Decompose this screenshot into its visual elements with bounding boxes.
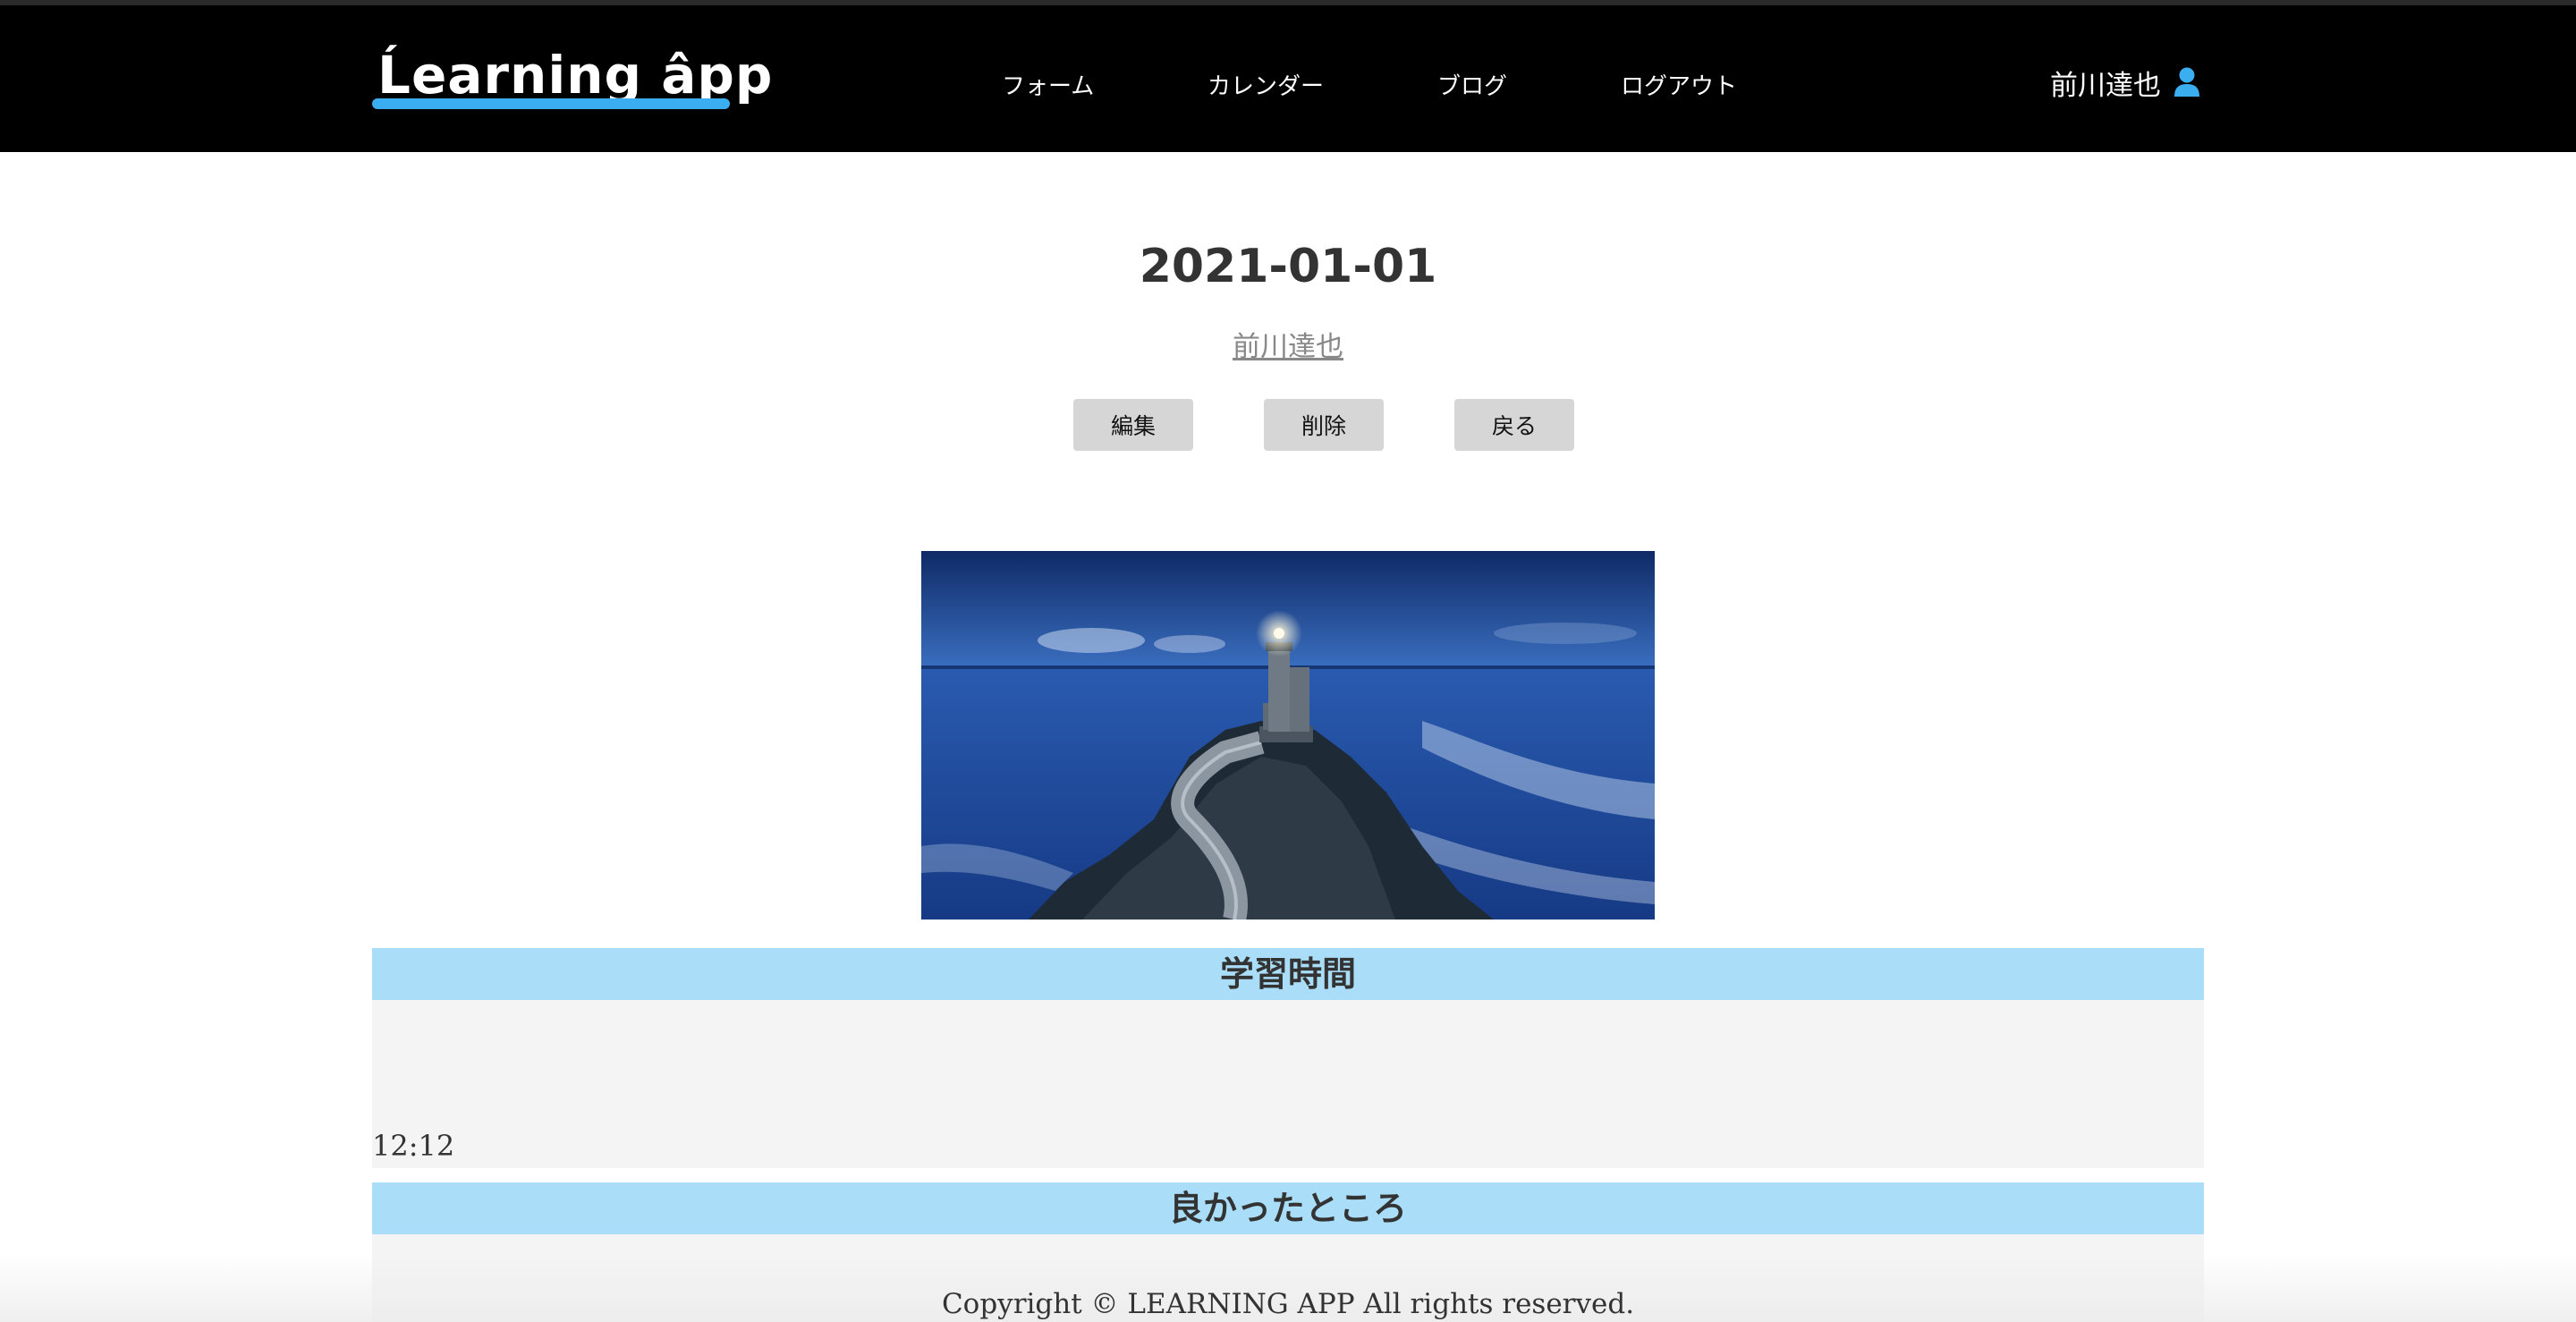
site-header: Ĺearning âpp フォーム カレンダー ブログ ログアウト 前川達也 — [0, 5, 2576, 152]
post-image — [921, 551, 1655, 919]
nav-item-form[interactable]: フォーム — [1002, 68, 1094, 101]
nav-item-calendar[interactable]: カレンダー — [1208, 68, 1324, 101]
user-icon — [2174, 67, 2200, 97]
post-date: 2021-01-01 — [1139, 240, 1437, 293]
section-title-study-time: 学習時間 — [372, 948, 2204, 1000]
user-name: 前川達也 — [2050, 69, 2161, 102]
nav-item-logout[interactable]: ログアウト — [1621, 68, 1737, 101]
user-menu[interactable]: 前川達也 — [2050, 63, 2200, 102]
footer-copyright: Copyright © LEARNING APP All rights rese… — [941, 1288, 1635, 1320]
lighthouse-photo — [921, 551, 1655, 919]
section-body-study-time: 12:12 — [372, 1000, 2204, 1168]
site-logo[interactable]: Ĺearning âpp — [372, 39, 772, 114]
logo-underline — [372, 98, 730, 109]
logo-text: Ĺearning âpp — [377, 45, 774, 106]
nav-item-blog[interactable]: ブログ — [1437, 68, 1507, 101]
back-button[interactable]: 戻る — [1454, 399, 1574, 451]
study-time-value: 12:12 — [372, 1129, 455, 1163]
delete-button[interactable]: 削除 — [1264, 399, 1384, 451]
author-link[interactable]: 前川達也 — [1233, 331, 1343, 363]
section-title-good-points: 良かったところ — [372, 1182, 2204, 1234]
edit-button[interactable]: 編集 — [1073, 399, 1193, 451]
post-author-link: 前川達也 — [0, 324, 2576, 364]
